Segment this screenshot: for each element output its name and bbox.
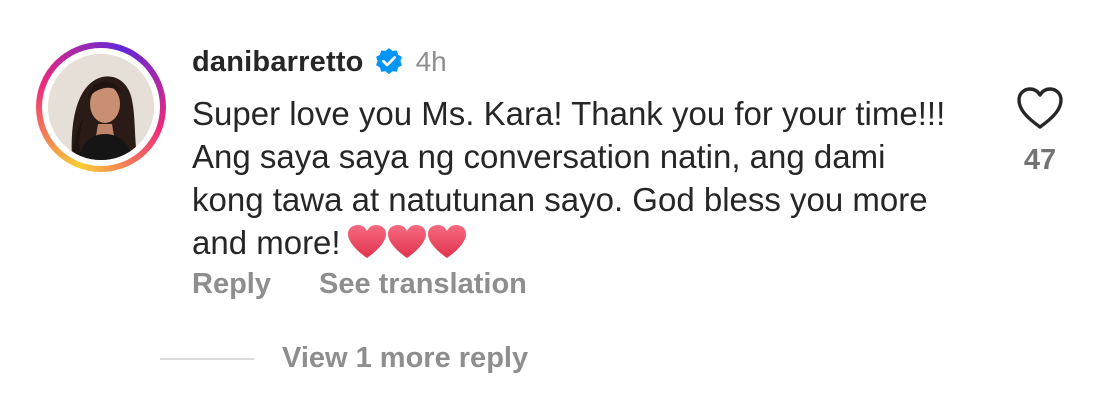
comment-header: danibarretto 4h <box>192 40 447 84</box>
story-ring[interactable] <box>36 42 166 172</box>
see-translation-button[interactable]: See translation <box>319 268 527 301</box>
heart-emojis <box>347 224 467 260</box>
verified-badge-icon <box>374 47 404 77</box>
view-more-replies-label: View 1 more reply <box>282 342 529 374</box>
comment-timestamp: 4h <box>415 46 447 77</box>
comment-item: danibarretto 4h Super love you Ms. Kara!… <box>0 0 1120 407</box>
like-count: 47 <box>1023 144 1057 176</box>
avatar[interactable] <box>48 54 154 160</box>
red-heart-emoji-icon <box>347 225 466 258</box>
replies-divider <box>160 357 254 360</box>
comment-actions: Reply See translation <box>192 268 527 301</box>
like-section: 47 <box>1010 86 1070 177</box>
comment-body: Super love you Ms. Kara! Thank you for y… <box>192 92 952 264</box>
reply-button[interactable]: Reply <box>192 268 271 301</box>
view-more-replies-button[interactable]: View 1 more reply <box>160 342 528 375</box>
avatar-frame <box>42 48 160 166</box>
comment-text: Super love you Ms. Kara! Thank you for y… <box>192 95 946 261</box>
username[interactable]: danibarretto <box>192 46 364 79</box>
heart-outline-icon[interactable] <box>1016 86 1064 130</box>
avatar-photo <box>48 54 154 160</box>
